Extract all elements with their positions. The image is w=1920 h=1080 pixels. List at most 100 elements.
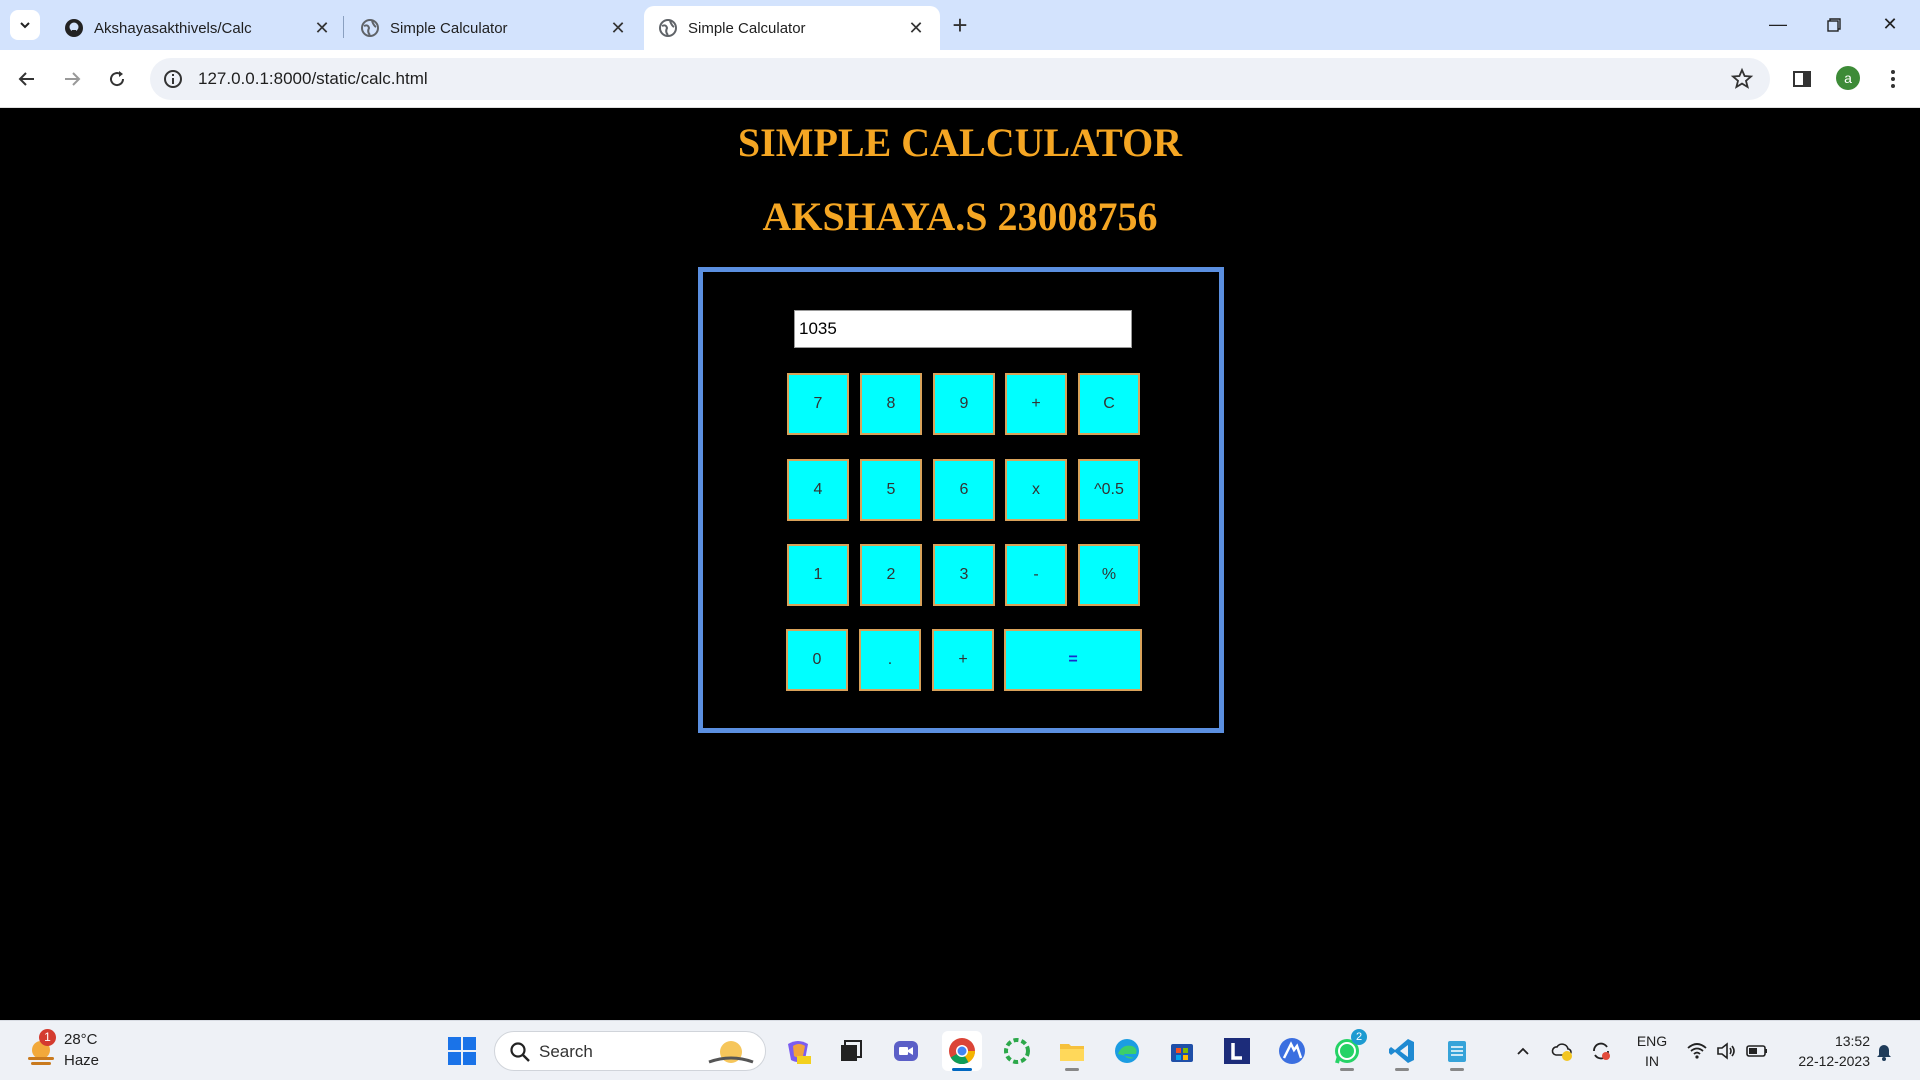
key-plus-2[interactable]: + [932, 629, 994, 691]
back-button[interactable] [10, 62, 44, 96]
bookmark-star-icon[interactable] [1730, 67, 1754, 91]
key-5[interactable]: 5 [860, 459, 922, 521]
side-panel-button[interactable] [1789, 66, 1815, 92]
chrome-app[interactable] [942, 1031, 982, 1071]
weather-condition[interactable]: Haze [64, 1052, 99, 1069]
active-indicator [952, 1068, 972, 1071]
key-4[interactable]: 4 [787, 459, 849, 521]
running-indicator [1450, 1068, 1464, 1071]
close-icon[interactable]: ✕ [906, 18, 926, 38]
copilot-icon [788, 1041, 811, 1064]
windows-start-icon[interactable] [446, 1035, 478, 1067]
sync-tray[interactable] [1589, 1039, 1613, 1063]
search-icon [510, 1042, 530, 1062]
task-view-icon [841, 1040, 862, 1061]
show-hidden-icons[interactable] [1511, 1039, 1535, 1063]
video-call-icon [894, 1041, 918, 1061]
l-app[interactable] [1217, 1031, 1257, 1071]
sync-icon [1593, 1042, 1610, 1060]
vscode-app[interactable] [1382, 1031, 1422, 1071]
region-code: IN [1645, 1053, 1659, 1069]
key-decimal[interactable]: . [859, 629, 921, 691]
bell-icon [1877, 1045, 1891, 1061]
key-multiply[interactable]: x [1005, 459, 1067, 521]
tab-github[interactable]: Akshayasakthivels/Calc ✕ [50, 6, 346, 50]
whatsapp-badge: 2 [1351, 1029, 1367, 1045]
more-vertical-icon [1891, 70, 1895, 88]
tab-divider [343, 16, 344, 38]
key-equals[interactable]: = [1004, 629, 1142, 691]
globe-icon [659, 19, 677, 37]
chevron-up-icon [1517, 1047, 1529, 1055]
key-9[interactable]: 9 [933, 373, 995, 435]
url-text[interactable]: 127.0.0.1:8000/static/calc.html [198, 69, 428, 89]
page-subtitle: AKSHAYA.S 23008756 [762, 194, 1158, 239]
key-percent[interactable]: % [1078, 544, 1140, 606]
key-1[interactable]: 1 [787, 544, 849, 606]
restore-icon [1827, 18, 1841, 32]
system-clock[interactable]: 13:52 22-12-2023 [1780, 1031, 1870, 1071]
running-indicator [1065, 1068, 1079, 1071]
key-0[interactable]: 0 [786, 629, 848, 691]
tab-simple-calculator-1[interactable]: Simple Calculator ✕ [346, 6, 642, 50]
edge-app[interactable] [1107, 1031, 1147, 1071]
battery-tray[interactable] [1745, 1039, 1769, 1063]
menu-button[interactable] [1880, 66, 1906, 92]
folder-icon [1060, 1044, 1084, 1061]
site-info-icon[interactable] [162, 68, 184, 90]
browser-tab-bar: Akshayasakthivels/Calc ✕ Simple Calculat… [0, 0, 1920, 50]
close-icon[interactable]: ✕ [608, 18, 628, 38]
weather-temperature[interactable]: 28°C [64, 1031, 98, 1048]
tab-simple-calculator-active[interactable]: Simple Calculator ✕ [644, 6, 940, 50]
key-3[interactable]: 3 [933, 544, 995, 606]
copilot-app[interactable] [778, 1031, 818, 1071]
key-2[interactable]: 2 [860, 544, 922, 606]
notepad-app[interactable] [1437, 1031, 1477, 1071]
arrow-left-icon [18, 72, 34, 86]
tab-title: Akshayasakthivels/Calc [94, 19, 252, 37]
new-tab-button[interactable]: + [944, 10, 976, 42]
close-icon[interactable]: ✕ [312, 18, 332, 38]
notifications-tray[interactable] [1872, 1039, 1896, 1063]
key-plus[interactable]: + [1005, 373, 1067, 435]
loading-app[interactable] [997, 1031, 1037, 1071]
key-square-root[interactable]: ^0.5 [1078, 459, 1140, 521]
reload-button[interactable] [100, 62, 134, 96]
taskbar-search[interactable]: Search [494, 1031, 766, 1071]
minimize-button[interactable]: — [1758, 6, 1798, 42]
speaker-icon [1717, 1042, 1735, 1060]
battery-icon [1746, 1045, 1767, 1057]
volume-tray[interactable] [1714, 1039, 1738, 1063]
restore-button[interactable] [1814, 6, 1854, 42]
notification-badge: 1 [39, 1029, 56, 1046]
key-clear[interactable]: C [1078, 373, 1140, 435]
tab-search-button[interactable] [10, 10, 40, 40]
key-8[interactable]: 8 [860, 373, 922, 435]
task-view-app[interactable] [831, 1031, 871, 1071]
whatsapp-app[interactable]: 2 [1327, 1029, 1367, 1071]
search-highlight-icon [708, 1041, 754, 1064]
notepad-icon [1448, 1041, 1466, 1062]
key-minus[interactable]: - [1005, 544, 1067, 606]
meet-app[interactable] [886, 1031, 926, 1071]
running-indicator [1395, 1068, 1409, 1071]
close-window-button[interactable]: ✕ [1870, 6, 1910, 42]
file-explorer-app[interactable] [1052, 1031, 1092, 1071]
key-7[interactable]: 7 [787, 373, 849, 435]
wifi-tray[interactable] [1685, 1039, 1709, 1063]
clock-time: 13:52 [1834, 1033, 1870, 1049]
side-panel-icon [1793, 71, 1811, 87]
store-app[interactable] [1162, 1031, 1202, 1071]
onedrive-tray[interactable] [1550, 1039, 1574, 1063]
address-bar[interactable]: 127.0.0.1:8000/static/calc.html [150, 58, 1770, 100]
profile-avatar[interactable]: a [1836, 66, 1860, 90]
store-icon [1171, 1044, 1193, 1062]
calculator-display[interactable]: 1035 [794, 310, 1132, 348]
reload-icon [110, 71, 125, 87]
chevron-down-icon [20, 22, 30, 29]
clock-date: 22-12-2023 [1798, 1053, 1870, 1069]
language-indicator[interactable]: ENG IN [1632, 1031, 1672, 1071]
arc-app[interactable] [1272, 1031, 1312, 1071]
forward-button[interactable] [55, 62, 89, 96]
key-6[interactable]: 6 [933, 459, 995, 521]
